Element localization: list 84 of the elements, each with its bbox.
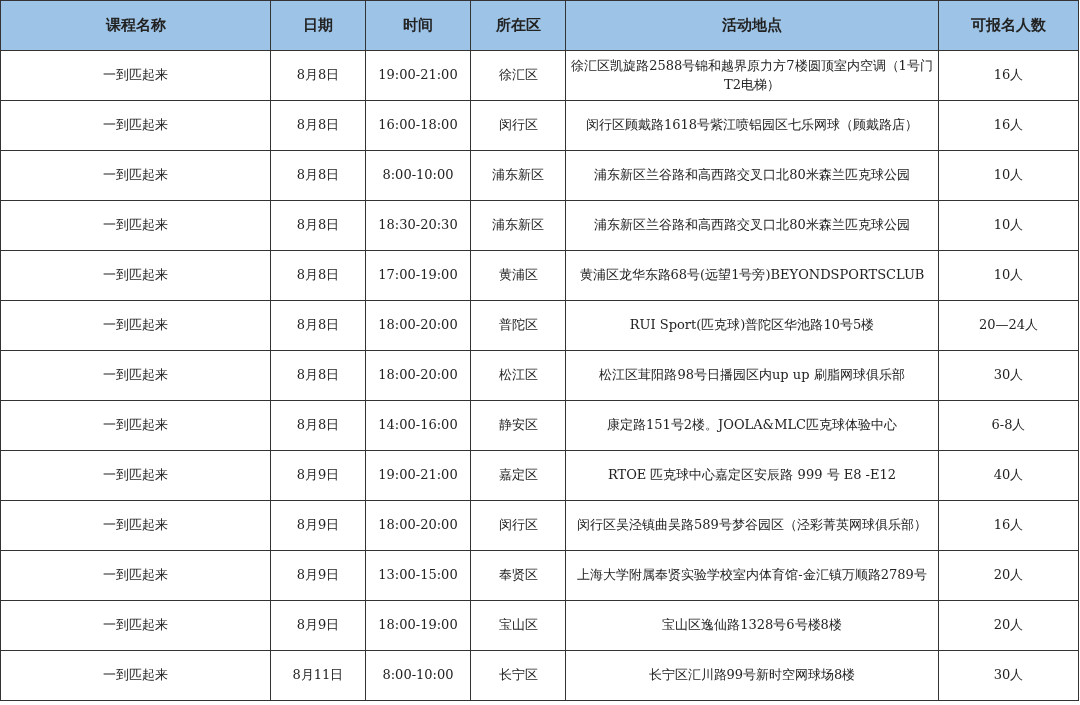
- table-cell: RTOE 匹克球中心嘉定区安辰路 999 号 E8 -E12: [565, 450, 939, 501]
- table-cell: 16:00-18:00: [365, 100, 471, 151]
- table-cell: 18:00-20:00: [365, 500, 471, 551]
- table-cell: 18:30-20:30: [365, 200, 471, 251]
- table-cell: 长宁区汇川路99号新时空网球场8楼: [565, 650, 939, 701]
- table-cell: 8月9日: [270, 550, 366, 601]
- table-cell: 黄浦区: [470, 250, 566, 301]
- table-cell: 8月8日: [270, 300, 366, 351]
- table-cell: 徐汇区凯旋路2588号锦和越界原力方7楼圆顶室内空调（1号门T2电梯）: [565, 50, 939, 101]
- table-cell: 一到匹起来: [0, 450, 271, 501]
- column-header: 时间: [365, 0, 471, 51]
- table-cell: 8月8日: [270, 350, 366, 401]
- table-cell: 6-8人: [938, 400, 1079, 451]
- table-cell: 浦东新区兰谷路和高西路交叉口北80米森兰匹克球公园: [565, 200, 939, 251]
- table-cell: 20人: [938, 550, 1079, 601]
- table-cell: RUI Sport(匹克球)普陀区华池路10号5楼: [565, 300, 939, 351]
- table-cell: 一到匹起来: [0, 200, 271, 251]
- table-cell: 松江区: [470, 350, 566, 401]
- table-cell: 康定路151号2楼。JOOLA&MLC匹克球体验中心: [565, 400, 939, 451]
- table-cell: 一到匹起来: [0, 550, 271, 601]
- table-cell: 8月9日: [270, 500, 366, 551]
- table-cell: 闵行区: [470, 500, 566, 551]
- table-cell: 10人: [938, 150, 1079, 201]
- table-cell: 16人: [938, 100, 1079, 151]
- table-cell: 18:00-20:00: [365, 300, 471, 351]
- table-cell: 8月8日: [270, 150, 366, 201]
- table-cell: 18:00-20:00: [365, 350, 471, 401]
- table-cell: 8月11日: [270, 650, 366, 701]
- table-cell: 嘉定区: [470, 450, 566, 501]
- table-cell: 一到匹起来: [0, 400, 271, 451]
- table-cell: 奉贤区: [470, 550, 566, 601]
- table-cell: 一到匹起来: [0, 350, 271, 401]
- table-cell: 8月8日: [270, 200, 366, 251]
- table-cell: 10人: [938, 250, 1079, 301]
- table-cell: 30人: [938, 650, 1079, 701]
- table-cell: 上海大学附属奉贤实验学校室内体育馆-金汇镇万顺路2789号: [565, 550, 939, 601]
- table-cell: 30人: [938, 350, 1079, 401]
- table-cell: 8月9日: [270, 450, 366, 501]
- table-cell: 17:00-19:00: [365, 250, 471, 301]
- table-cell: 一到匹起来: [0, 50, 271, 101]
- table-cell: 8月8日: [270, 50, 366, 101]
- table-cell: 长宁区: [470, 650, 566, 701]
- column-header: 课程名称: [0, 0, 271, 51]
- table-cell: 19:00-21:00: [365, 50, 471, 101]
- column-header: 日期: [270, 0, 366, 51]
- table-cell: 16人: [938, 500, 1079, 551]
- table-cell: 10人: [938, 200, 1079, 251]
- table-cell: 宝山区逸仙路1328号6号楼8楼: [565, 600, 939, 651]
- table-cell: 40人: [938, 450, 1079, 501]
- table-cell: 一到匹起来: [0, 600, 271, 651]
- table-cell: 黄浦区龙华东路68号(远望1号旁)BEYONDSPORTSCLUB: [565, 250, 939, 301]
- table-cell: 8月9日: [270, 600, 366, 651]
- table-cell: 8:00-10:00: [365, 150, 471, 201]
- table-cell: 19:00-21:00: [365, 450, 471, 501]
- table-cell: 静安区: [470, 400, 566, 451]
- table-cell: 16人: [938, 50, 1079, 101]
- table-cell: 18:00-19:00: [365, 600, 471, 651]
- table-cell: 8:00-10:00: [365, 650, 471, 701]
- table-cell: 一到匹起来: [0, 650, 271, 701]
- table-cell: 8月8日: [270, 100, 366, 151]
- table-cell: 20—24人: [938, 300, 1079, 351]
- table-cell: 浦东新区兰谷路和高西路交叉口北80米森兰匹克球公园: [565, 150, 939, 201]
- table-cell: 一到匹起来: [0, 100, 271, 151]
- table-cell: 闵行区: [470, 100, 566, 151]
- column-header: 所在区: [470, 0, 566, 51]
- table-cell: 松江区茸阳路98号日播园区内up up 刷脂网球俱乐部: [565, 350, 939, 401]
- table-cell: 8月8日: [270, 400, 366, 451]
- table-cell: 一到匹起来: [0, 150, 271, 201]
- table-cell: 闵行区顾戴路1618号紫江喷铝园区七乐网球（顾戴路店）: [565, 100, 939, 151]
- table-cell: 浦东新区: [470, 150, 566, 201]
- table-cell: 徐汇区: [470, 50, 566, 101]
- table-cell: 20人: [938, 600, 1079, 651]
- column-header: 可报名人数: [938, 0, 1079, 51]
- table-cell: 13:00-15:00: [365, 550, 471, 601]
- table-cell: 8月8日: [270, 250, 366, 301]
- table-cell: 浦东新区: [470, 200, 566, 251]
- table-cell: 14:00-16:00: [365, 400, 471, 451]
- table-cell: 一到匹起来: [0, 300, 271, 351]
- table-cell: 一到匹起来: [0, 500, 271, 551]
- column-header: 活动地点: [565, 0, 939, 51]
- table-cell: 一到匹起来: [0, 250, 271, 301]
- table-cell: 宝山区: [470, 600, 566, 651]
- table-cell: 普陀区: [470, 300, 566, 351]
- table-cell: 闵行区吴泾镇曲吴路589号梦谷园区（泾彩菁英网球俱乐部）: [565, 500, 939, 551]
